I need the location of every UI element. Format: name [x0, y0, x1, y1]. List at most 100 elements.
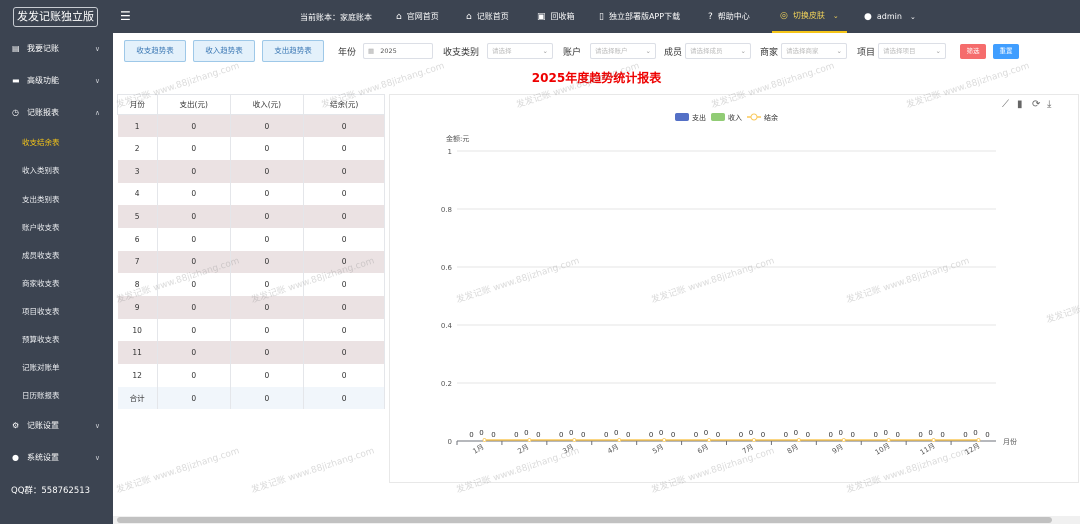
income-expense-trend-button[interactable]: 收支趋势表 — [124, 40, 186, 62]
legend-label: 收入 — [728, 113, 742, 122]
sidebar-item-expense-category[interactable]: 支出类别表 — [0, 191, 113, 209]
sidebar-item-income-category[interactable]: 收入类别表 — [0, 162, 113, 180]
type-select[interactable]: 请选择 ⌄ — [487, 43, 553, 59]
nav-app-download[interactable]: ▯ 独立部署版APP下载 — [599, 0, 680, 33]
legend-marker — [750, 113, 758, 121]
table-cell: 0 — [303, 341, 385, 365]
sidebar-item-merchant-report[interactable]: 商家收支表 — [0, 275, 113, 293]
data-label-expense: 0 — [604, 431, 608, 439]
income-trend-button[interactable]: 收入趋势表 — [193, 40, 255, 62]
reset-button[interactable]: 重置 — [993, 44, 1019, 59]
report-title: 2025年度趋势统计报表 — [531, 71, 662, 85]
data-label-balance: 0 — [761, 431, 765, 439]
horizontal-scrollbar[interactable] — [113, 516, 1080, 524]
point-balance — [976, 438, 981, 442]
project-select[interactable]: 请选择项目 ⌄ — [878, 43, 946, 59]
line-chart-icon: ⟋ — [1002, 99, 1009, 110]
sidebar-item-account-report[interactable]: 账户收支表 — [0, 219, 113, 237]
home-icon: ⌂ — [396, 11, 402, 22]
y-tick-label: 0 — [448, 438, 452, 446]
expense-trend-button[interactable]: 支出趋势表 — [262, 40, 324, 62]
menu-toggle-icon[interactable]: ☰ — [120, 9, 131, 23]
data-label-expense: 0 — [514, 431, 518, 439]
filter-button[interactable]: 筛选 — [960, 44, 986, 59]
sidebar-group-reports[interactable]: ◷ 记账报表 ∧ — [0, 103, 113, 123]
data-label-income: 0 — [794, 429, 798, 437]
chevron-down-icon: ⌄ — [832, 11, 839, 20]
table-cell: 0 — [303, 205, 385, 228]
book-icon: ▤ — [12, 44, 20, 53]
nav-recycle-bin[interactable]: ▣ 回收箱 — [537, 0, 575, 33]
sidebar-group-advanced[interactable]: ▬ 高级功能 ∨ — [0, 71, 113, 91]
y-tick-label: 0.4 — [441, 322, 453, 330]
member-select[interactable]: 请选择成员 ⌄ — [685, 43, 751, 59]
data-label-income: 0 — [839, 429, 843, 437]
download-icon: ⤓ — [1047, 99, 1052, 110]
point-balance — [841, 438, 846, 442]
nav-help-center[interactable]: ? 帮助中心 — [708, 0, 750, 33]
data-label-balance: 0 — [806, 431, 810, 439]
point-balance — [482, 438, 487, 442]
trend-table: 月份 支出(元) 收入(元) 结余(元) 1000200030004000500… — [117, 94, 385, 410]
data-label-balance: 0 — [851, 431, 855, 439]
table-cell: 0 — [157, 114, 231, 138]
table-row: 10 0 0 0 — [117, 318, 385, 342]
data-label-expense: 0 — [469, 431, 473, 439]
table-cell: 0 — [157, 364, 231, 387]
table-cell: 0 — [230, 159, 305, 183]
x-tick-label: 3月 — [561, 443, 575, 456]
sidebar-item-budget-report[interactable]: 预算收支表 — [0, 331, 113, 349]
current-account: 当前账本：家庭账本 — [300, 13, 372, 22]
table-cell: 0 — [157, 159, 231, 183]
home-icon: ⌂ — [466, 11, 472, 22]
table-cell: 0 — [157, 341, 231, 365]
data-label-balance: 0 — [581, 431, 585, 439]
chevron-down-icon: ∨ — [94, 77, 100, 85]
point-balance — [527, 438, 532, 442]
sidebar-item-member-report[interactable]: 成员收支表 — [0, 247, 113, 265]
app-logo[interactable]: 发发记账独立版 — [13, 7, 98, 27]
sidebar-group-bookkeeping[interactable]: ▤ 我要记账 ∨ — [0, 39, 113, 59]
sidebar-item-balance-report[interactable]: 收支结余表 — [0, 134, 113, 152]
data-label-expense: 0 — [784, 431, 788, 439]
x-tick-label: 4月 — [606, 443, 620, 456]
year-picker[interactable]: ▦ 2025 — [363, 43, 433, 59]
legend-label: 结余 — [764, 113, 778, 122]
chevron-down-icon: ∨ — [94, 422, 100, 430]
table-cell: 0 — [303, 159, 385, 183]
y-tick-label: 1 — [448, 148, 452, 156]
merchant-select[interactable]: 请选择商家 ⌄ — [781, 43, 847, 59]
table-cell: 0 — [303, 296, 385, 319]
table-cell: 8 — [117, 273, 158, 296]
sidebar-group-settings[interactable]: ⚙ 记账设置 ∨ — [0, 416, 113, 436]
table-header-row: 月份 支出(元) 收入(元) 结余(元) — [117, 94, 385, 115]
data-label-income: 0 — [659, 429, 663, 437]
sidebar-group-system[interactable]: ● 系统设置 ∨ — [0, 448, 113, 468]
table-cell: 0 — [230, 137, 305, 160]
table-cell: 2 — [117, 137, 158, 160]
nav-switch-skin[interactable]: ◎ 切换皮肤 ⌄ — [772, 0, 847, 33]
data-label-balance: 0 — [626, 431, 630, 439]
x-tick-label: 7月 — [741, 443, 755, 456]
data-label-expense: 0 — [649, 431, 653, 439]
scrollbar-thumb[interactable] — [117, 517, 1052, 523]
data-label-expense: 0 — [873, 431, 877, 439]
account-select[interactable]: 请选择账户 ⌄ — [590, 43, 656, 59]
x-tick-label: 9月 — [831, 443, 845, 456]
nav-bookkeeping-home[interactable]: ⌂ 记账首页 — [466, 0, 509, 33]
data-label-expense: 0 — [739, 431, 743, 439]
data-label-balance: 0 — [940, 431, 944, 439]
sidebar-item-statement[interactable]: 记账对账单 — [0, 359, 113, 377]
table-body: 1 0 0 0 2 0 0 0 3 0 0 0 4 0 0 0 5 0 0 0 6 0 0 0 7 0 0 0 8 0 0 0 9 0 0 0 10 0 0… — [117, 114, 385, 410]
table-cell: 6 — [117, 227, 158, 251]
point-balance — [886, 438, 891, 442]
table-header-income: 收入(元) — [229, 94, 305, 115]
calendar-icon: ▦ — [368, 47, 375, 55]
sidebar-item-project-report[interactable]: 项目收支表 — [0, 303, 113, 321]
y-axis-label: 金额:元 — [446, 134, 469, 143]
sidebar-item-calendar-report[interactable]: 日历账报表 — [0, 387, 113, 405]
type-label: 收支类别 — [443, 48, 480, 58]
nav-official-home[interactable]: ⌂ 官网首页 — [396, 0, 439, 33]
nav-user-menu[interactable]: ● admin ⌄ — [864, 0, 916, 33]
table-row: 4000 — [117, 182, 385, 206]
